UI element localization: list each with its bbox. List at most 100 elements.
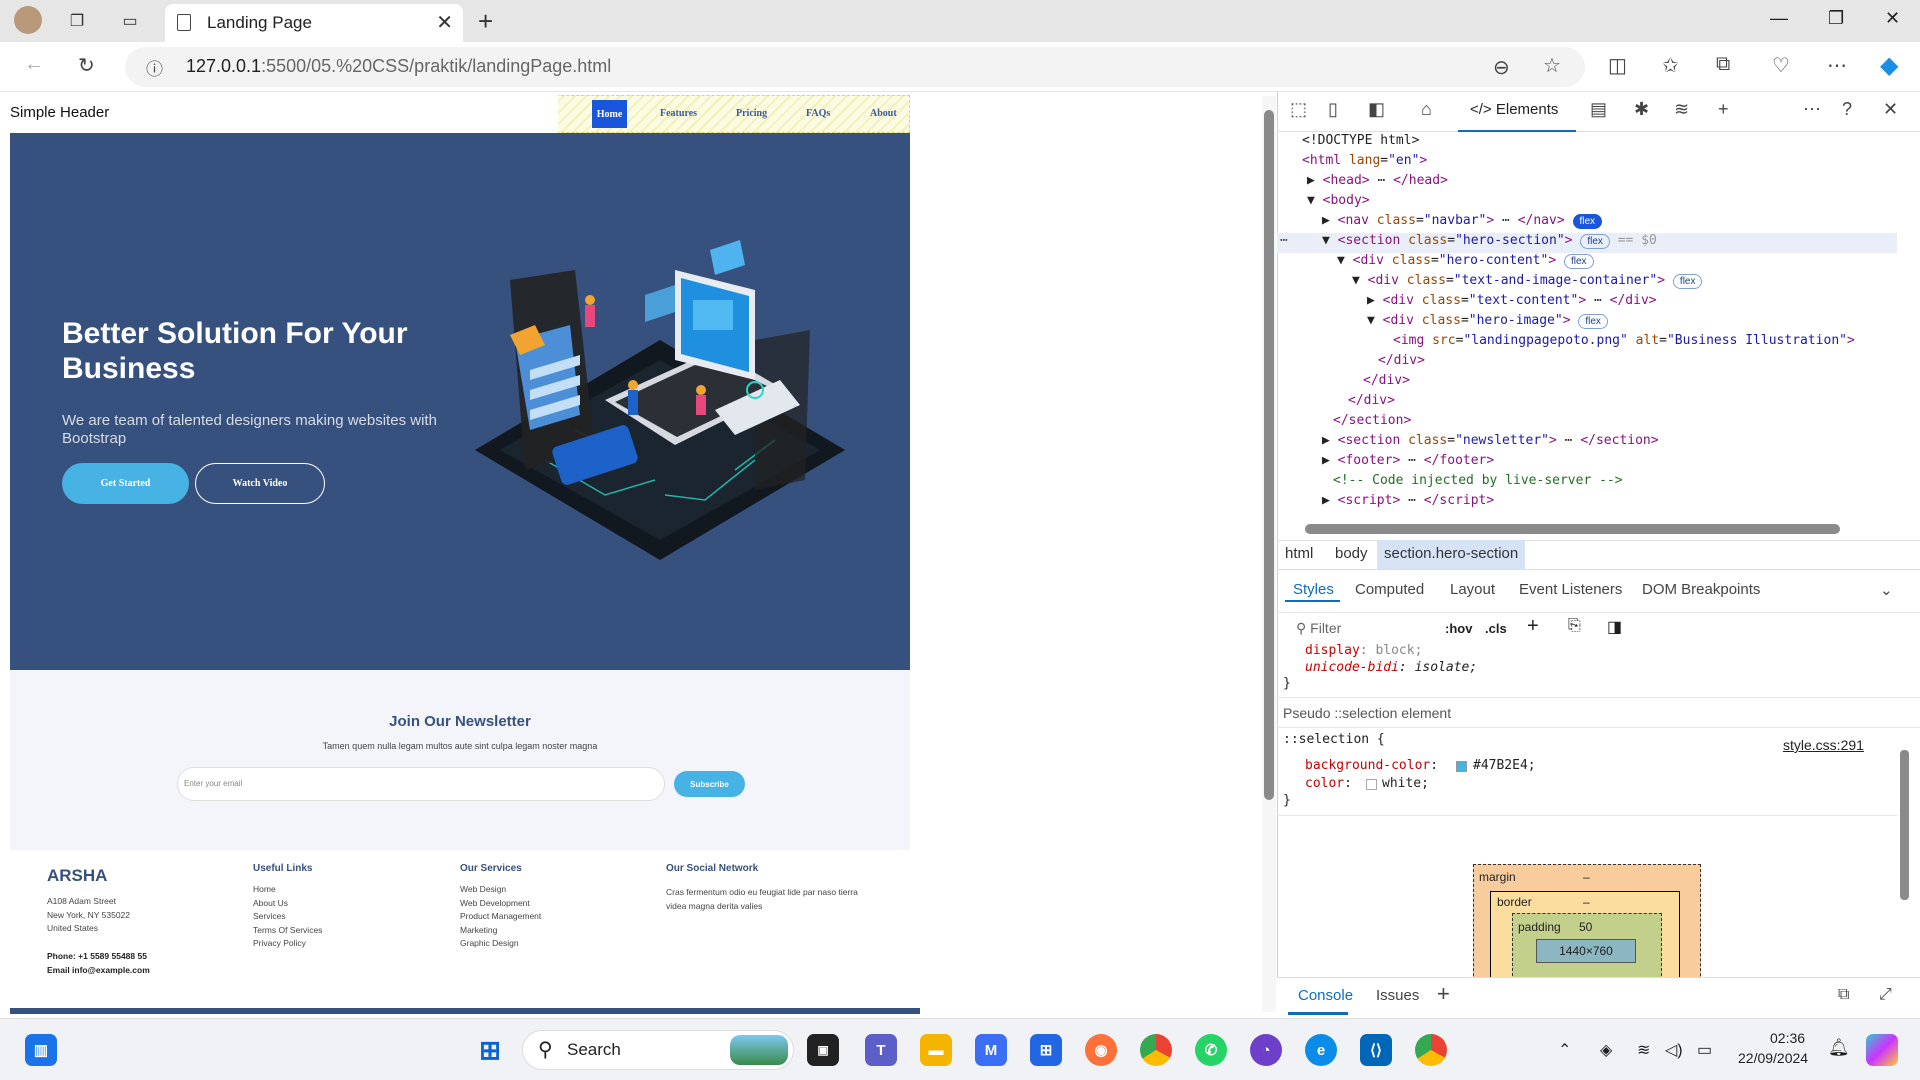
url-text[interactable]: 127.0.0.1:5500/05.%20CSS/praktik/landing… bbox=[186, 56, 611, 77]
dom-line[interactable]: ▼ <div class="hero-content"> flex bbox=[1337, 253, 1594, 269]
dom-line[interactable]: ▶ <footer> ⋯ </footer> bbox=[1322, 453, 1494, 468]
maximize-icon[interactable]: ❐ bbox=[1828, 8, 1844, 29]
computed-sidebar-icon[interactable]: ◨ bbox=[1607, 617, 1622, 637]
css-selector[interactable]: ::selection { bbox=[1283, 732, 1385, 747]
dom-line[interactable]: ▼ <div class="hero-image"> flex bbox=[1367, 313, 1608, 329]
tab-event-listeners[interactable]: Event Listeners bbox=[1519, 581, 1622, 598]
split-screen-icon[interactable]: ◫ bbox=[1608, 53, 1627, 78]
stylesheet-link[interactable]: style.css:291 bbox=[1783, 737, 1864, 753]
copilot-taskbar-icon[interactable] bbox=[1866, 1034, 1898, 1066]
dom-node-menu-icon[interactable]: ⋯ bbox=[1280, 233, 1288, 248]
more-tools-plus-icon[interactable]: + bbox=[1718, 99, 1729, 120]
dom-line[interactable]: ▶ <div class="text-content"> ⋯ </div> bbox=[1367, 293, 1657, 308]
chrome-profile-icon[interactable] bbox=[1415, 1034, 1447, 1066]
copilot-icon[interactable]: ◆ bbox=[1880, 51, 1898, 80]
color-swatch[interactable] bbox=[1456, 761, 1467, 772]
wifi-icon[interactable]: ≋ bbox=[1637, 1040, 1650, 1060]
add-drawer-tab-plus-icon[interactable]: + bbox=[1437, 981, 1450, 1007]
footer-link[interactable]: About Us bbox=[253, 897, 322, 911]
task-view-icon[interactable]: ▣ bbox=[807, 1034, 839, 1066]
footer-link[interactable]: Web Development bbox=[460, 897, 541, 911]
new-rule-plus-icon[interactable]: + bbox=[1527, 615, 1539, 638]
get-started-button[interactable]: Get Started bbox=[62, 463, 189, 504]
chrome-icon[interactable] bbox=[1140, 1034, 1172, 1066]
footer-link[interactable]: Home bbox=[253, 883, 322, 897]
edge-icon[interactable]: e bbox=[1305, 1034, 1337, 1066]
dom-line[interactable]: <img src="landingpagepoto.png" alt="Busi… bbox=[1393, 333, 1855, 348]
hov-toggle[interactable]: :hov bbox=[1445, 621, 1472, 636]
color-swatch-white[interactable] bbox=[1366, 779, 1377, 790]
file-explorer-icon[interactable]: ▬ bbox=[920, 1034, 952, 1066]
box-model-content[interactable]: 1440×760 bbox=[1536, 939, 1636, 963]
expand-drawer-icon[interactable]: ⤢ bbox=[1879, 986, 1892, 1004]
volume-icon[interactable]: ◁) bbox=[1665, 1040, 1683, 1060]
favorite-star-icon[interactable]: ☆ bbox=[1543, 53, 1561, 78]
dom-line[interactable]: </section> bbox=[1333, 413, 1411, 428]
browser-tab[interactable]: Landing Page ✕ bbox=[165, 4, 463, 42]
css-line[interactable]: color: bbox=[1305, 776, 1352, 791]
vertical-tabs-icon[interactable]: ▭ bbox=[117, 8, 143, 34]
dom-line[interactable]: <html lang="en"> bbox=[1302, 153, 1427, 168]
network-wifi-icon[interactable]: ≋ bbox=[1674, 99, 1689, 120]
dom-line[interactable]: </div> bbox=[1378, 353, 1425, 368]
page-scrollbar-thumb[interactable] bbox=[1264, 110, 1274, 800]
css-bg-value[interactable]: #47B2E4; bbox=[1473, 758, 1536, 773]
nav-home-link[interactable]: Home bbox=[592, 100, 627, 128]
more-menu-icon[interactable]: ⋯ bbox=[1827, 53, 1847, 78]
dom-line[interactable]: <!DOCTYPE html> bbox=[1302, 133, 1419, 148]
subscribe-button[interactable]: Subscribe bbox=[674, 771, 745, 797]
dom-line[interactable]: ▶ <script> ⋯ </script> bbox=[1322, 493, 1494, 508]
footer-link[interactable]: Terms Of Services bbox=[253, 924, 322, 938]
tab-computed[interactable]: Computed bbox=[1355, 581, 1424, 598]
vscode-icon[interactable]: ⟨⟩ bbox=[1360, 1034, 1392, 1066]
footer-link[interactable]: Product Management bbox=[460, 910, 541, 924]
nav-features-link[interactable]: Features bbox=[660, 108, 697, 119]
app-icon[interactable]: M bbox=[975, 1034, 1007, 1066]
clock-time[interactable]: 02:36 bbox=[1770, 1030, 1805, 1046]
breadcrumb-section[interactable]: section.hero-section bbox=[1384, 545, 1518, 562]
footer-link[interactable]: Services bbox=[253, 910, 322, 924]
devtools-more-icon[interactable]: ⋯ bbox=[1803, 99, 1821, 120]
footer-link[interactable]: Graphic Design bbox=[460, 937, 541, 951]
back-icon[interactable]: ← bbox=[24, 53, 44, 76]
footer-link[interactable]: Web Design bbox=[460, 883, 541, 897]
element-state-icon[interactable]: ⎘ bbox=[1568, 617, 1581, 635]
firefox-icon[interactable]: ◉ bbox=[1085, 1034, 1117, 1066]
tab-console[interactable]: Console bbox=[1298, 987, 1353, 1004]
help-icon[interactable]: ? bbox=[1842, 99, 1852, 120]
zoom-icon[interactable]: ⊖ bbox=[1493, 55, 1510, 80]
cls-toggle[interactable]: .cls bbox=[1485, 621, 1507, 636]
dom-line[interactable]: ▶ <head> ⋯ </head> bbox=[1307, 173, 1448, 188]
footer-link[interactable]: Marketing bbox=[460, 924, 541, 938]
breadcrumb-body[interactable]: body bbox=[1335, 545, 1368, 562]
store-icon[interactable]: ⊞ bbox=[1030, 1034, 1062, 1066]
debug-bug-icon[interactable]: ✱ bbox=[1634, 99, 1649, 120]
dom-line[interactable]: ▼ <body> bbox=[1307, 193, 1370, 208]
dom-line[interactable]: ▶ <section class="newsletter"> ⋯ </secti… bbox=[1322, 433, 1659, 448]
dock-drawer-icon[interactable]: ⧉ bbox=[1838, 986, 1849, 1004]
welcome-home-icon[interactable]: ⌂ bbox=[1421, 99, 1432, 120]
profile-avatar[interactable] bbox=[14, 6, 42, 34]
window-close-icon[interactable]: ✕ bbox=[1885, 8, 1900, 29]
styles-scrollbar[interactable] bbox=[1900, 750, 1909, 900]
start-windows-icon[interactable]: ⊞ bbox=[474, 1034, 506, 1066]
tab-dom-breakpoints[interactable]: DOM Breakpoints bbox=[1642, 581, 1760, 598]
email-input[interactable]: Enter your email bbox=[177, 767, 665, 801]
chevron-down-icon[interactable]: ⌄ bbox=[1880, 581, 1893, 599]
clock-date[interactable]: 22/09/2024 bbox=[1738, 1050, 1808, 1066]
css-line[interactable]: background-color: bbox=[1305, 758, 1454, 773]
workspaces-icon[interactable]: ❐ bbox=[64, 8, 90, 34]
watch-video-button[interactable]: Watch Video bbox=[195, 463, 325, 504]
teams-icon[interactable]: T bbox=[865, 1034, 897, 1066]
whatsapp-icon[interactable]: ✆ bbox=[1195, 1034, 1227, 1066]
tab-layout[interactable]: Layout bbox=[1450, 581, 1495, 598]
filter-input[interactable]: ⚲ Filter bbox=[1296, 620, 1341, 637]
close-tab-icon[interactable]: ✕ bbox=[436, 10, 453, 35]
github-icon[interactable]: ◔ bbox=[1250, 1034, 1282, 1066]
console-tool-icon[interactable]: ▤ bbox=[1590, 99, 1607, 120]
dom-line[interactable]: <!-- Code injected by live-server --> bbox=[1333, 473, 1623, 488]
dom-line-selected[interactable]: ▼ <section class="hero-section"> flex ==… bbox=[1322, 233, 1657, 249]
tray-app-icon[interactable]: ◈ bbox=[1600, 1040, 1612, 1060]
widgets-icon[interactable]: ▥ bbox=[25, 1034, 57, 1066]
nav-about-link[interactable]: About bbox=[870, 108, 897, 119]
